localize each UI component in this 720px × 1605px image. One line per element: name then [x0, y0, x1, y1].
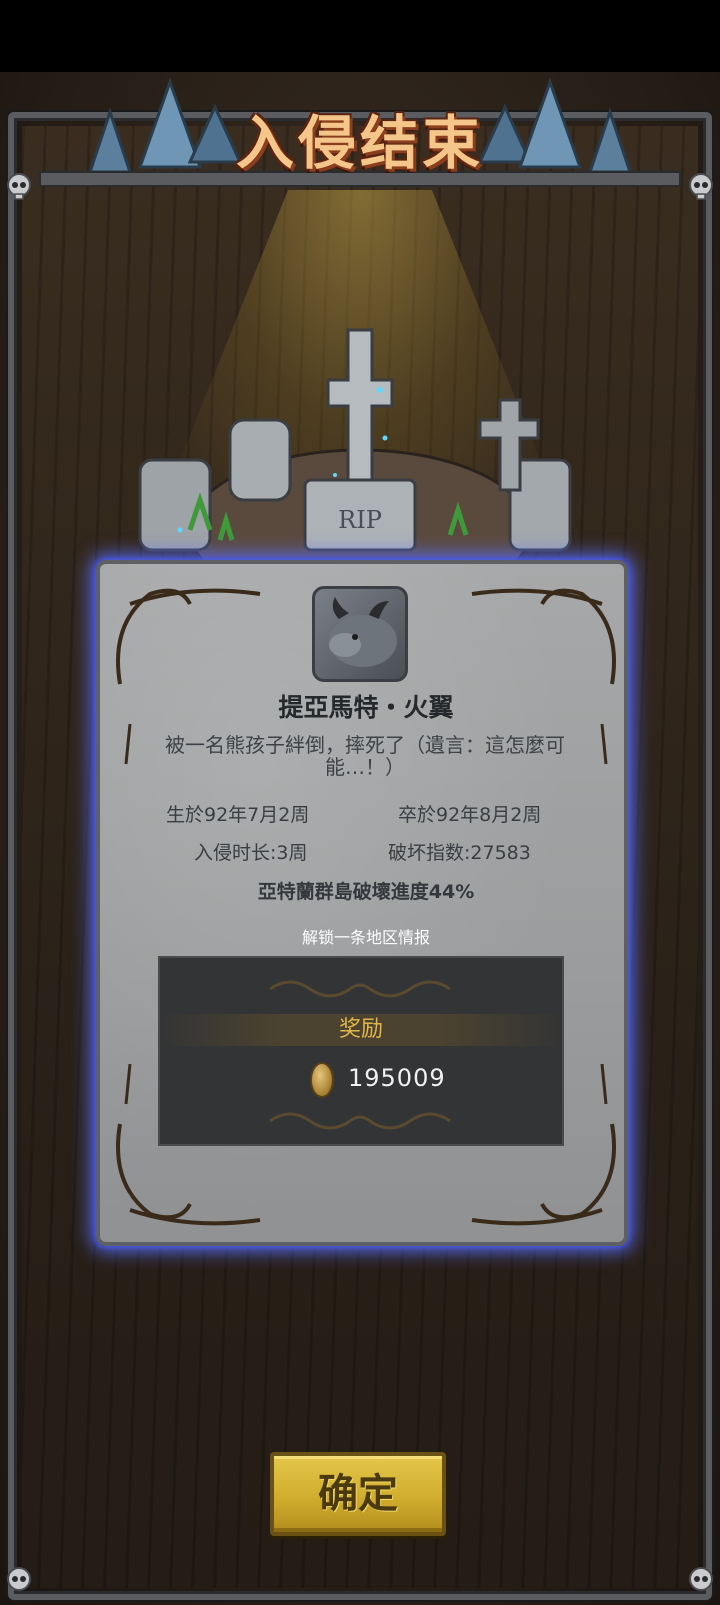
status-bar: [0, 0, 720, 72]
death-date: 卒於92年8月2周: [398, 804, 542, 826]
confirm-button[interactable]: 确定: [270, 1452, 446, 1536]
skull-icon: [689, 1567, 713, 1591]
rip-text: RIP: [338, 506, 382, 534]
destruction-index: 破坏指数:27583: [388, 842, 531, 864]
reward-amount: 195009: [348, 1064, 446, 1092]
coin-icon: [310, 1062, 334, 1098]
reward-label: 奖励: [338, 1017, 383, 1042]
character-portrait: [312, 586, 408, 682]
reward-box: 奖励 195009: [158, 956, 564, 1146]
dragon-avatar: [329, 597, 397, 667]
invasion-duration: 入侵时长:3周: [194, 842, 308, 864]
game-screen: 入侵结束 RIP 提亞馬特・火翼 被一名熊孩子絆倒，摔死了（遺言：這怎麼可能…！…: [0, 0, 720, 1605]
unlock-info: 解锁一条地区情报: [301, 928, 430, 947]
confirm-label: 确定: [318, 1471, 398, 1517]
ornament-top: [269, 980, 451, 998]
death-description: 被一名熊孩子絆倒，摔死了（遺言：這怎麼可能…！）: [165, 733, 565, 779]
character-name: 提亞馬特・火翼: [278, 693, 454, 722]
ornament-bottom: [269, 1112, 451, 1130]
tombstone-panel: 提亞馬特・火翼 被一名熊孩子絆倒，摔死了（遺言：這怎麼可能…！） 生於92年7月…: [96, 560, 628, 1246]
page-title: 入侵结束: [235, 109, 484, 177]
graveyard-illustration: RIP: [138, 328, 572, 580]
region-progress: 亞特蘭群島破壞進度44%: [257, 881, 475, 903]
birth-date: 生於92年7月2周: [166, 804, 310, 826]
skull-icon: [7, 1567, 31, 1591]
